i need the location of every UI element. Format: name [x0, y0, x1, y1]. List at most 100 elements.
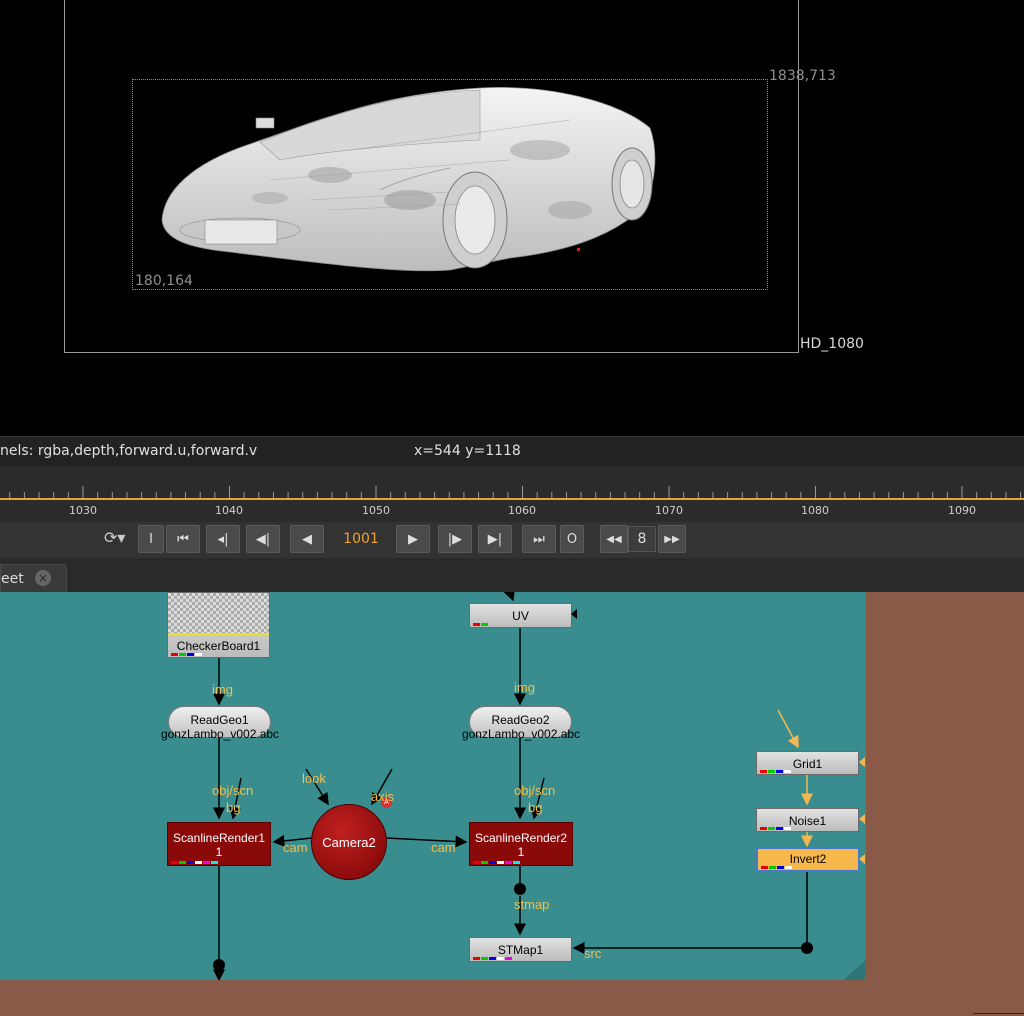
- node-label: Camera2: [322, 835, 376, 850]
- pipe-label-bg: bg: [528, 800, 543, 815]
- pipe-label-axis: axis: [371, 789, 395, 804]
- node-connections: [213, 592, 866, 980]
- input-arrow-icon: [859, 814, 865, 824]
- step-back-button[interactable]: ◀|: [246, 525, 280, 553]
- node-label: ReadGeo1: [190, 713, 249, 727]
- input-arrow-icon: [571, 609, 577, 619]
- next-keyframe-button[interactable]: ▶|: [478, 525, 512, 553]
- last-frame-icon: ⏭: [533, 531, 545, 547]
- timeline-label-1080: 1080: [801, 504, 829, 517]
- step-back-icon: ◀|: [255, 531, 271, 547]
- node-scanlinerender1[interactable]: ScanlineRender1 1: [167, 822, 271, 866]
- first-frame-icon: ⏮: [177, 531, 189, 547]
- node-stmap1[interactable]: STMap1: [469, 937, 572, 962]
- node-graph[interactable]: CheckerBoard1 UV ReadGeo1 gonzLambo_v002…: [0, 592, 866, 980]
- fast-forward-icon: ▶▶: [664, 533, 680, 545]
- previous-keyframe-button[interactable]: ◂|: [206, 525, 240, 553]
- pipe-label-img: img: [514, 680, 535, 695]
- channel-swatches: [473, 861, 521, 864]
- node-label: ReadGeo2: [491, 713, 550, 727]
- previous-keyframe-icon: ◂|: [217, 531, 229, 547]
- node-sublabel: 1: [517, 845, 525, 859]
- channel-swatches: [761, 866, 793, 869]
- dot-node[interactable]: [801, 942, 813, 954]
- playback-controls: ⟳▾ I ⏮ ◂| ◀| ◀ 1001 ▶ |▶ ▶| ⏭ O ◀◀ 8 ▶▶: [0, 522, 1024, 558]
- skip-back-button[interactable]: ◀◀: [600, 525, 628, 553]
- channels-readout: nels: rgba,depth,forward.u,forward.v: [0, 443, 258, 459]
- play-backward-button[interactable]: ◀: [290, 525, 324, 553]
- channel-swatches: [473, 957, 513, 960]
- input-arrow-icon: [859, 757, 865, 767]
- node-grid1[interactable]: Grid1: [756, 751, 859, 775]
- current-frame-field[interactable]: 1001: [330, 525, 392, 553]
- pipe-label-obj-scn: obj/scn: [514, 783, 556, 798]
- timeline-range-bar[interactable]: [0, 498, 1024, 500]
- timeline-label-1060: 1060: [508, 504, 536, 517]
- pipe-label-cam: cam: [283, 840, 308, 855]
- timeline-label-1030: 1030: [69, 504, 97, 517]
- node-label: ScanlineRender2: [474, 831, 568, 845]
- pipe-label-stmap: stmap: [514, 897, 550, 912]
- panel-divider: [973, 1013, 1024, 1014]
- set-in-point-button[interactable]: I: [138, 525, 164, 553]
- bbox-top-right-coord: 1838,713: [769, 68, 836, 84]
- step-forward-icon: |▶: [447, 531, 463, 547]
- channel-swatches: [760, 770, 792, 773]
- viewer-panel[interactable]: 1838,713 180,164 HD_1080: [0, 0, 1024, 436]
- channel-swatches: [171, 861, 219, 864]
- pipe-label-src: src: [584, 946, 602, 961]
- readgeo1-filename: gonzLambo_v002.abc: [160, 727, 280, 741]
- timeline[interactable]: 1030 1040 1050 1060 1070 1080 1090: [0, 466, 1024, 522]
- node-camera2[interactable]: Camera2: [311, 804, 387, 880]
- node-label: STMap1: [497, 943, 544, 957]
- next-keyframe-icon: ▶|: [487, 531, 503, 547]
- pipe-label-img: img: [212, 682, 233, 697]
- node-sublabel: 1: [215, 845, 223, 859]
- timeline-label-1070: 1070: [655, 504, 683, 517]
- dot-node[interactable]: [213, 959, 225, 971]
- input-arrow-icon: [859, 854, 865, 864]
- channel-swatches: [760, 827, 792, 830]
- last-frame-button[interactable]: ⏭: [522, 525, 556, 553]
- play-forward-icon: ▶: [408, 531, 418, 547]
- play-backward-icon: ◀: [302, 531, 312, 547]
- node-invert2[interactable]: Invert2: [756, 847, 860, 872]
- node-uv[interactable]: UV: [469, 603, 572, 628]
- readgeo2-filename: gonzLambo_v002.abc: [461, 727, 581, 741]
- dot-node[interactable]: [514, 883, 526, 895]
- node-noise1[interactable]: Noise1: [756, 808, 859, 832]
- node-label: UV: [512, 609, 529, 623]
- checkerboard-thumbnail: [168, 593, 269, 635]
- play-forward-button[interactable]: ▶: [396, 525, 430, 553]
- loop-mode-icon[interactable]: ⟳▾: [104, 528, 125, 547]
- timeline-label-1040: 1040: [215, 504, 243, 517]
- frame-increment-field[interactable]: 8: [628, 526, 656, 552]
- node-checkerboard[interactable]: CheckerBoard1: [167, 592, 270, 658]
- panel-tab-bar: eet ×: [0, 558, 1024, 592]
- tab-label: eet: [1, 571, 24, 587]
- first-frame-button[interactable]: ⏮: [166, 525, 200, 553]
- pipe-label-bg: bg: [226, 800, 241, 815]
- format-label: HD_1080: [800, 336, 864, 352]
- car-render-image: [161, 87, 656, 272]
- pipe-label-obj-scn: obj/scn: [212, 783, 254, 798]
- node-label: CheckerBoard1: [176, 639, 261, 653]
- tab-node-graph[interactable]: eet ×: [0, 564, 67, 592]
- set-out-point-button[interactable]: O: [560, 525, 584, 553]
- rewind-icon: ◀◀: [606, 533, 622, 545]
- channel-swatches: [171, 653, 203, 656]
- cursor-coordinates: x=544 y=1118: [414, 443, 521, 459]
- timeline-label-1090: 1090: [948, 504, 976, 517]
- node-label: ScanlineRender1: [172, 831, 266, 845]
- node-label: Grid1: [792, 757, 823, 771]
- node-scanlinerender2[interactable]: ScanlineRender2 1: [469, 822, 573, 866]
- pipe-label-cam: cam: [431, 840, 456, 855]
- viewer-info-bar: nels: rgba,depth,forward.u,forward.v x=5…: [0, 436, 1024, 467]
- close-icon[interactable]: ×: [35, 570, 51, 586]
- skip-forward-button[interactable]: ▶▶: [658, 525, 686, 553]
- timeline-label-1050: 1050: [362, 504, 390, 517]
- pipe-label-look: look: [302, 771, 326, 786]
- node-label: Invert2: [789, 852, 827, 866]
- step-forward-button[interactable]: |▶: [438, 525, 472, 553]
- timeline-ruler: [9, 486, 1022, 498]
